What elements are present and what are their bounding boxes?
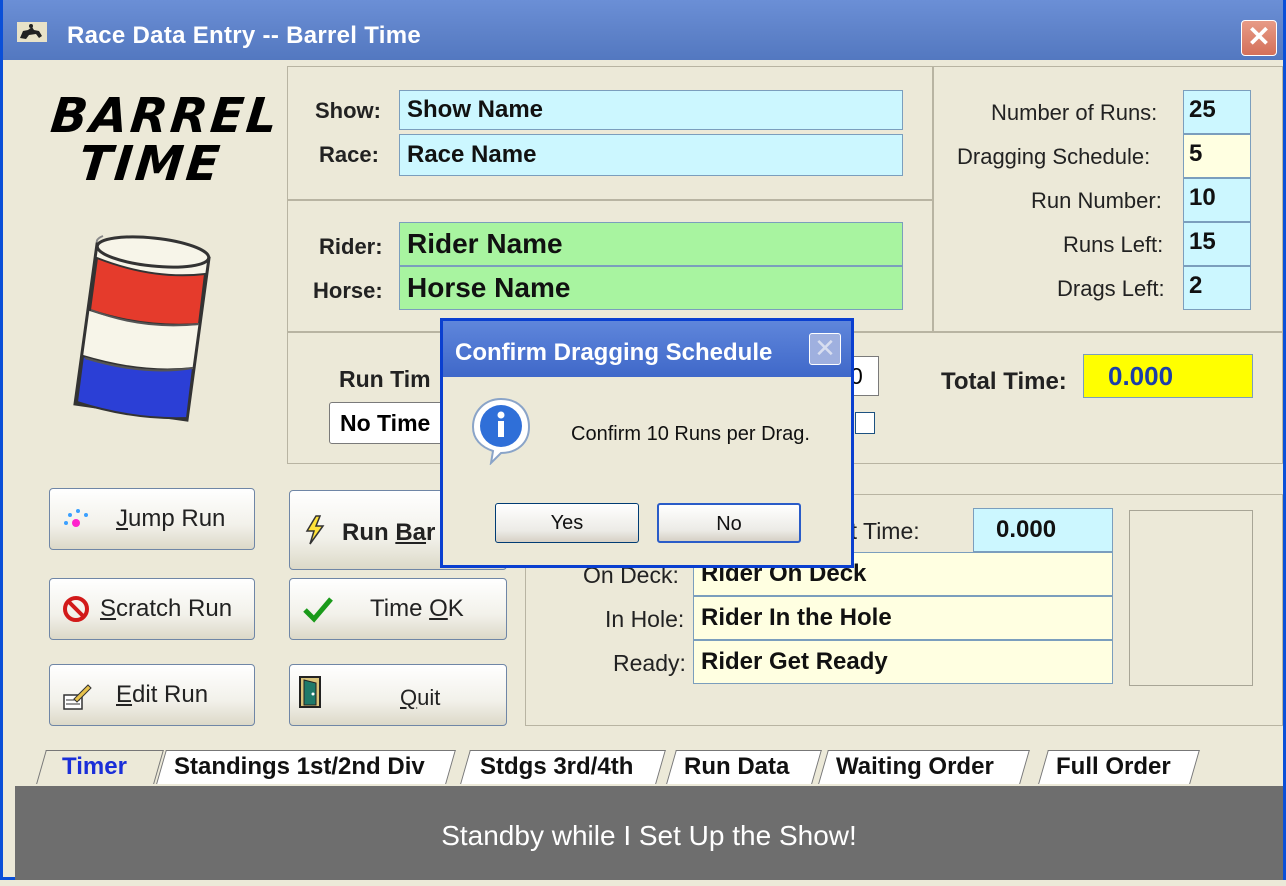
quit-label: Quit [400,685,441,710]
barrel-icon [73,235,211,422]
in-hole-label: In Hole: [605,606,685,632]
tab-run-data[interactable]: Run Data [666,750,822,784]
run-number-label: Run Number: [1031,188,1162,213]
ready-label: Ready: [613,650,686,676]
rider-name-field[interactable]: Rider Name [399,222,903,266]
run-barrel-label: Run Bar [342,519,436,546]
dragging-schedule-field[interactable]: 5 [1183,134,1251,178]
confirm-dragging-dialog: Confirm Dragging Schedule ✕ Confirm 10 R… [440,318,854,568]
run-number-field[interactable]: 10 [1183,178,1251,222]
show-race-panel [287,66,933,200]
horse-rider-icon [17,22,47,42]
dialog-close-button[interactable]: ✕ [809,333,841,365]
scratch-run-label: Scratch Run [100,595,233,622]
info-icon [471,397,531,465]
runs-left-field[interactable]: 15 [1183,222,1251,266]
yes-button[interactable]: Yes [495,503,639,543]
blank-display-box [1129,510,1253,686]
scratch-run-button[interactable]: Scratch Run [49,578,255,640]
drag-label: Dragging Schedule: [957,144,1151,169]
edit-pencil-icon [63,684,92,710]
drags-left-field[interactable]: 2 [1183,266,1251,310]
tab-waiting-order[interactable]: Waiting Order [818,750,1030,784]
drags-left-label: Drags Left: [1057,276,1165,301]
rider-label: Rider: [319,234,383,259]
tab-full-order[interactable]: Full Order [1038,750,1200,784]
window-title: Race Data Entry -- Barrel Time [67,22,422,49]
in-hole-field[interactable]: Rider In the Hole [693,596,1113,640]
lightning-icon [305,515,325,545]
horse-name-field[interactable]: Horse Name [399,266,903,310]
best-time-field[interactable]: 0.000 [973,508,1113,552]
window-close-button[interactable]: ✕ [1241,20,1277,56]
tab-standings-1st-2nd[interactable]: Standings 1st/2nd Div [156,750,456,784]
no-time-field[interactable]: No Time [329,402,449,444]
barrel-time-logo: BARREL TIME [43,88,283,198]
logo-line-2: TIME [76,136,226,192]
status-message: Standby while I Set Up the Show! [15,786,1283,880]
time-ok-label: Time OK [370,595,464,622]
dialog-title: Confirm Dragging Schedule [455,339,773,366]
dialog-title-bar[interactable]: Confirm Dragging Schedule ✕ [443,321,851,377]
show-name-field[interactable]: Show Name [399,90,903,130]
edit-run-button[interactable]: Edit Run [49,664,255,726]
race-label: Race: [319,142,379,167]
horse-label: Horse: [313,278,383,303]
quit-button[interactable]: Quit [289,664,507,726]
tab-timer[interactable]: Timer [36,750,164,784]
runs-label: Number of Runs: [991,100,1158,125]
title-bar[interactable]: Race Data Entry -- Barrel Time ✕ [3,0,1283,60]
tab-standings-3rd-4th[interactable]: Stdgs 3rd/4th [460,750,666,784]
dialog-message: Confirm 10 Runs per Drag. [571,423,810,445]
jump-run-button[interactable]: Jump Run [49,488,255,550]
edit-run-label: Edit Run [116,681,209,708]
runs-left-label: Runs Left: [1063,232,1164,257]
prohibited-icon [63,596,89,622]
number-of-runs-field[interactable]: 25 [1183,90,1251,134]
total-time-label: Total Time: [941,368,1067,395]
total-time-field[interactable]: 0.000 [1083,354,1253,398]
time-ok-button[interactable]: Time OK [289,578,507,640]
tab-strip: Timer Standings 1st/2nd Div Stdgs 3rd/4t… [3,746,1283,786]
jump-run-label: Jump Run [116,505,226,532]
option-checkbox[interactable] [855,412,875,434]
race-name-field[interactable]: Race Name [399,134,903,176]
show-label: Show: [315,98,381,123]
checkmark-icon [303,597,333,623]
jump-dots-icon [64,509,88,527]
no-button[interactable]: No [657,503,801,543]
ready-field[interactable]: Rider Get Ready [693,640,1113,684]
exit-door-icon [299,676,321,708]
run-time-label: Run Tim [339,366,431,392]
